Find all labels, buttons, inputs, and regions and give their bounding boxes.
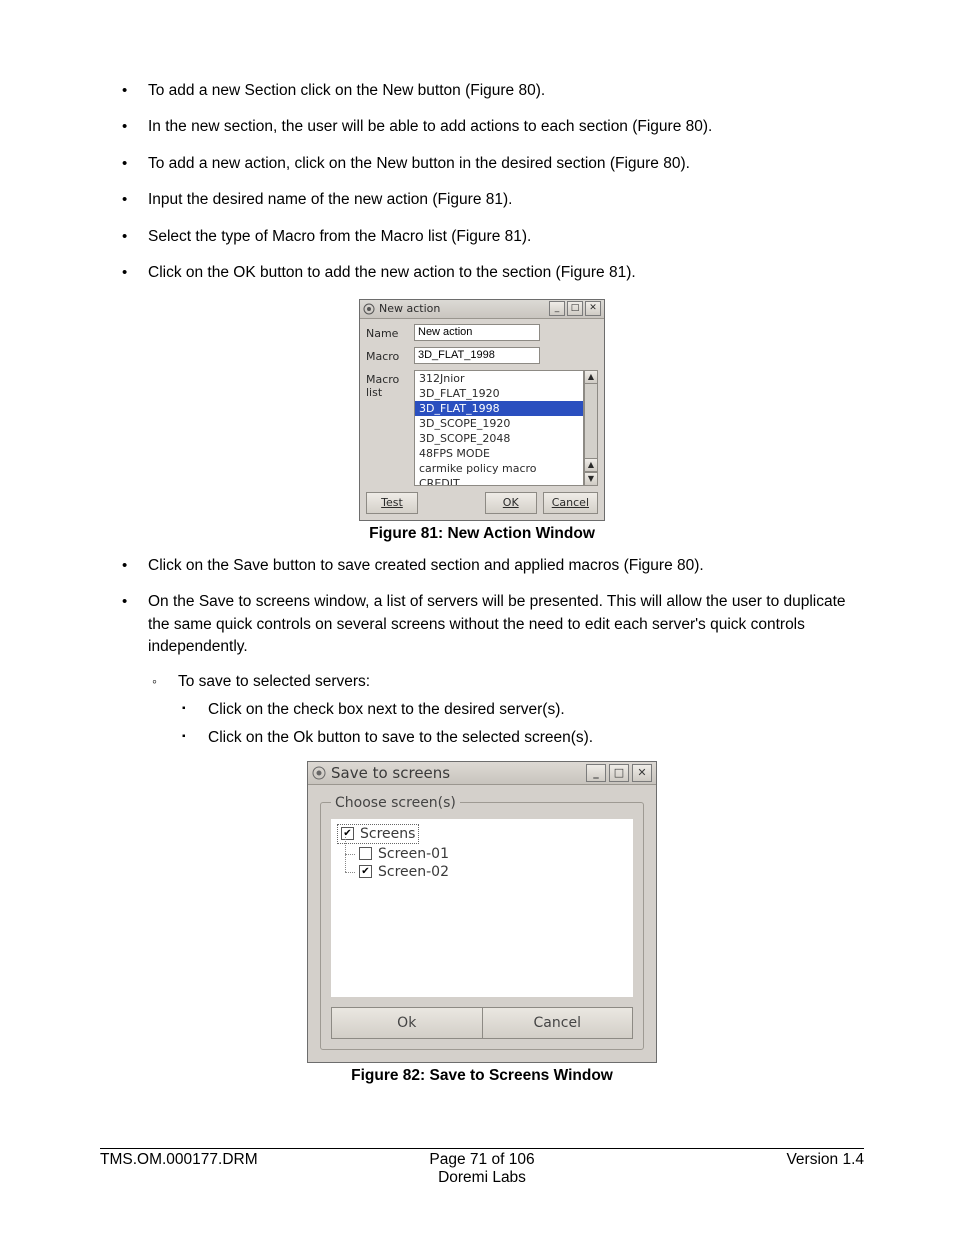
tree-label: Screen-02	[378, 864, 449, 880]
window-title: New action	[379, 302, 549, 315]
list-item[interactable]: 3D_SCOPE_2048	[415, 431, 583, 446]
bullet-item: Click on the Save button to save created…	[100, 555, 864, 577]
list-item[interactable]: CREDIT	[415, 476, 583, 486]
bullet-item: Input the desired name of the new action…	[100, 189, 864, 211]
instruction-list-top: To add a new Section click on the New bu…	[100, 80, 864, 285]
app-icon	[363, 303, 375, 315]
cancel-button[interactable]: Cancel	[483, 1007, 634, 1039]
list-item[interactable]: 48FPS MODE	[415, 446, 583, 461]
choose-screens-group: Choose screen(s) Screens Screen-01	[320, 795, 644, 1050]
bullet-item: Click on the check box next to the desir…	[100, 701, 864, 719]
footer-left: TMS.OM.000177.DRM	[100, 1151, 355, 1187]
close-button[interactable]: ✕	[585, 301, 601, 316]
ok-button[interactable]: OK	[485, 492, 537, 514]
scrollbar[interactable]: ▲ ▲ ▼	[584, 370, 598, 486]
tree-item[interactable]: Screen-02	[337, 863, 627, 881]
maximize-button[interactable]: □	[567, 301, 583, 316]
app-icon	[312, 766, 326, 780]
bullet-item: Select the type of Macro from the Macro …	[100, 226, 864, 248]
ok-button[interactable]: Ok	[331, 1007, 483, 1039]
tree-label: Screens	[360, 826, 415, 842]
bullet-item: Click on the OK button to add the new ac…	[100, 262, 864, 284]
list-item[interactable]: 3D_FLAT_1920	[415, 386, 583, 401]
macro-label: Macro	[366, 347, 414, 363]
list-item[interactable]: 312Jnior	[415, 371, 583, 386]
name-label: Name	[366, 324, 414, 340]
macro-listbox[interactable]: 312Jnior 3D_FLAT_1920 3D_FLAT_1998 3D_SC…	[414, 370, 584, 486]
list-item[interactable]: carmike policy macro	[415, 461, 583, 476]
figure-81-caption: Figure 81: New Action Window	[100, 525, 864, 543]
bullet-item: On the Save to screens window, a list of…	[100, 591, 864, 658]
window-title: Save to screens	[331, 764, 586, 782]
tree-item[interactable]: Screen-01	[337, 845, 627, 863]
screens-tree[interactable]: Screens Screen-01 Screen-02	[331, 819, 633, 997]
scroll-up-spin-icon[interactable]: ▲	[584, 458, 598, 472]
titlebar: Save to screens _ □ ✕	[308, 762, 656, 785]
checkbox-icon[interactable]	[359, 865, 372, 878]
checkbox-icon[interactable]	[341, 827, 354, 840]
instruction-list-sub2: Click on the check box next to the desir…	[100, 701, 864, 747]
tree-root[interactable]: Screens	[337, 823, 627, 845]
page-footer: TMS.OM.000177.DRM Page 71 of 106 Doremi …	[100, 1151, 864, 1187]
bullet-item: To save to selected servers:	[100, 673, 864, 691]
checkbox-icon[interactable]	[359, 847, 372, 860]
figure-82-caption: Figure 82: Save to Screens Window	[100, 1067, 864, 1085]
name-input[interactable]	[414, 324, 540, 341]
group-legend: Choose screen(s)	[331, 795, 460, 811]
footer-rule	[100, 1148, 864, 1149]
bullet-item: To add a new Section click on the New bu…	[100, 80, 864, 102]
minimize-button[interactable]: _	[549, 301, 565, 316]
minimize-button[interactable]: _	[586, 764, 606, 782]
bullet-item: In the new section, the user will be abl…	[100, 116, 864, 138]
footer-center: Page 71 of 106 Doremi Labs	[355, 1151, 610, 1187]
footer-right: Version 1.4	[609, 1151, 864, 1187]
macro-list-label: Macro list	[366, 370, 414, 399]
instruction-list-sub: To save to selected servers:	[100, 673, 864, 691]
maximize-button[interactable]: □	[609, 764, 629, 782]
instruction-list-mid: Click on the Save button to save created…	[100, 555, 864, 659]
macro-input[interactable]	[414, 347, 540, 364]
titlebar: New action _ □ ✕	[360, 300, 604, 319]
bullet-item: To add a new action, click on the New bu…	[100, 153, 864, 175]
test-button[interactable]: Test	[366, 492, 418, 514]
new-action-dialog: New action _ □ ✕ Name Macro Macro list 3…	[359, 299, 605, 521]
close-button[interactable]: ✕	[632, 764, 652, 782]
list-item[interactable]: 3D_SCOPE_1920	[415, 416, 583, 431]
scroll-track[interactable]	[584, 384, 598, 458]
list-item-selected[interactable]: 3D_FLAT_1998	[415, 401, 583, 416]
scroll-down-spin-icon[interactable]: ▼	[584, 472, 598, 486]
cancel-button[interactable]: Cancel	[543, 492, 598, 514]
scroll-up-icon[interactable]: ▲	[584, 370, 598, 384]
tree-label: Screen-01	[378, 846, 449, 862]
bullet-item: Click on the Ok button to save to the se…	[100, 729, 864, 747]
save-to-screens-dialog: Save to screens _ □ ✕ Choose screen(s) S…	[307, 761, 657, 1063]
